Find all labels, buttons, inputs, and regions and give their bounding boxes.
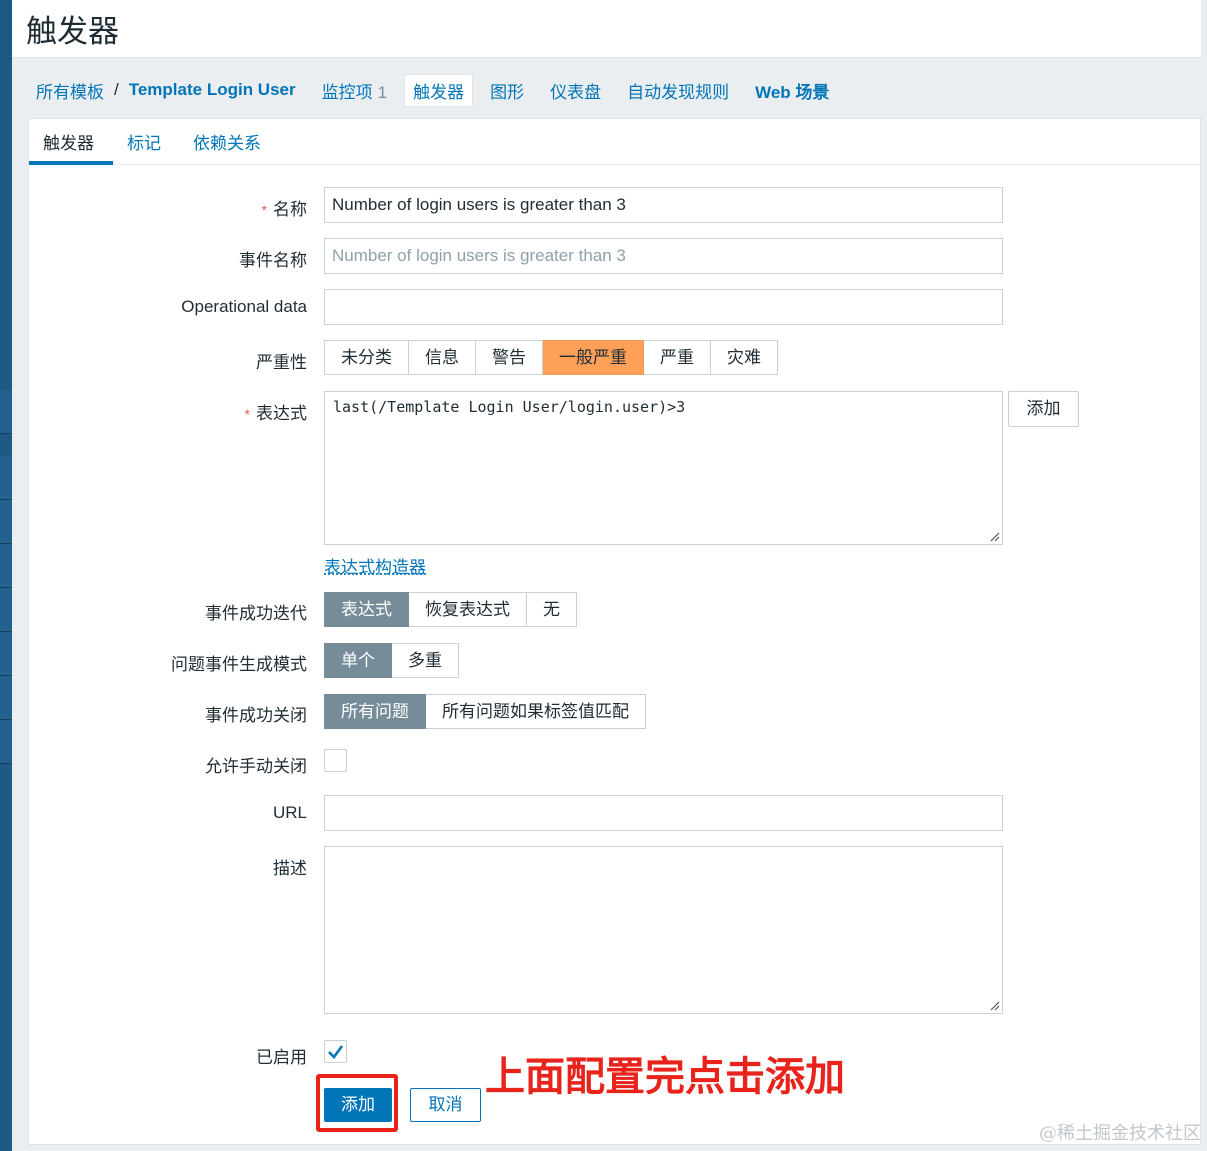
sidebar-segment[interactable] bbox=[0, 544, 12, 588]
nav-triggers-tab[interactable]: 触发器 bbox=[404, 73, 474, 107]
nav-graphs-link[interactable]: 图形 bbox=[490, 78, 524, 103]
active-tab-indicator bbox=[29, 161, 113, 165]
host-navigation: 所有模板 / Template Login User 监控项 1 触发器 图形 仪… bbox=[12, 62, 1201, 118]
event-name-label: 事件名称 bbox=[239, 251, 307, 270]
nav-items-count: 1 bbox=[377, 82, 388, 102]
ok-closes-label: 事件成功关闭 bbox=[205, 706, 307, 725]
enabled-checkbox[interactable] bbox=[324, 1040, 347, 1063]
problem-mode-label: 问题事件生成模式 bbox=[171, 655, 307, 674]
event-name-input[interactable]: Number of login users is greater than 3 bbox=[324, 238, 1003, 274]
annotation-text: 上面配置完点击添加 bbox=[485, 1054, 845, 1100]
checkmark-icon bbox=[328, 1045, 344, 1059]
description-text bbox=[325, 847, 1002, 859]
ok-gen-recovery-expression[interactable]: 恢复表达式 bbox=[409, 592, 527, 627]
severity-high[interactable]: 严重 bbox=[644, 340, 711, 375]
severity-warning[interactable]: 警告 bbox=[476, 340, 543, 375]
manual-close-label: 允许手动关闭 bbox=[205, 757, 307, 776]
tab-tags[interactable]: 标记 bbox=[127, 129, 161, 154]
trigger-form-card: 触发器 标记 依赖关系 * 名称 Number of login users is… bbox=[28, 118, 1201, 1145]
sidebar-segment[interactable] bbox=[0, 588, 12, 632]
expression-builder-link[interactable]: 表达式构造器 bbox=[324, 553, 426, 578]
ok-event-generation-selector: 表达式 恢复表达式 无 bbox=[324, 592, 577, 627]
page-title: 触发器 bbox=[26, 14, 119, 50]
sidebar-segment[interactable] bbox=[0, 456, 12, 500]
nav-discovery-link[interactable]: 自动发现规则 bbox=[627, 78, 729, 103]
page-header: 触发器 bbox=[12, 0, 1201, 58]
manual-close-checkbox[interactable] bbox=[324, 749, 347, 772]
operational-data-label: Operational data bbox=[181, 297, 307, 316]
tab-trigger[interactable]: 触发器 bbox=[43, 129, 94, 154]
name-input[interactable]: Number of login users is greater than 3 bbox=[324, 187, 1003, 223]
sidebar-segment[interactable] bbox=[0, 720, 12, 764]
description-textarea[interactable] bbox=[324, 846, 1003, 1014]
tab-dependencies[interactable]: 依赖关系 bbox=[193, 129, 261, 154]
required-marker: * bbox=[261, 202, 267, 218]
problem-mode-selector: 单个 多重 bbox=[324, 643, 459, 678]
expression-text: last(/Template Login User/login.user)>3 bbox=[333, 398, 686, 416]
annotation-highlight-box bbox=[316, 1074, 398, 1132]
left-sidebar-rail bbox=[0, 0, 12, 1151]
nav-items-link[interactable]: 监控项 1 bbox=[322, 78, 387, 103]
expression-textarea[interactable]: last(/Template Login User/login.user)>3 bbox=[324, 391, 1003, 545]
url-input[interactable] bbox=[324, 795, 1003, 831]
problem-mode-single[interactable]: 单个 bbox=[324, 643, 392, 678]
watermark: @稀土掘金技术社区 bbox=[1039, 1123, 1201, 1144]
expression-add-button[interactable]: 添加 bbox=[1008, 391, 1079, 427]
severity-disaster[interactable]: 灾难 bbox=[711, 340, 778, 375]
sidebar-segment[interactable] bbox=[0, 390, 12, 434]
nav-items-label: 监控项 bbox=[321, 82, 373, 102]
ok-event-generation-label: 事件成功迭代 bbox=[205, 604, 307, 623]
ok-closes-selector: 所有问题 所有问题如果标签值匹配 bbox=[324, 694, 646, 729]
ok-gen-expression[interactable]: 表达式 bbox=[324, 592, 409, 627]
severity-information[interactable]: 信息 bbox=[409, 340, 476, 375]
problem-mode-multiple[interactable]: 多重 bbox=[392, 643, 459, 678]
cancel-button[interactable]: 取消 bbox=[410, 1088, 481, 1122]
ok-gen-none[interactable]: 无 bbox=[527, 592, 577, 627]
form-subtabs: 触发器 标记 依赖关系 bbox=[29, 119, 1200, 165]
expression-label: * 表达式 bbox=[244, 404, 307, 423]
resize-grip-icon[interactable] bbox=[988, 530, 1000, 542]
breadcrumb-separator: / bbox=[114, 80, 119, 99]
sidebar-segment[interactable] bbox=[0, 676, 12, 720]
enabled-label: 已启用 bbox=[256, 1048, 307, 1067]
breadcrumb-all-templates[interactable]: 所有模板 bbox=[36, 78, 104, 103]
severity-not-classified[interactable]: 未分类 bbox=[324, 340, 409, 375]
sidebar-segment[interactable] bbox=[0, 632, 12, 676]
ok-closes-all-problems[interactable]: 所有问题 bbox=[324, 694, 426, 729]
severity-selector: 未分类 信息 警告 一般严重 严重 灾难 bbox=[324, 340, 778, 375]
nav-web-scenarios-link[interactable]: Web 场景 bbox=[755, 78, 829, 103]
description-label: 描述 bbox=[273, 859, 307, 878]
name-label: * 名称 bbox=[261, 200, 307, 219]
url-label: URL bbox=[272, 803, 307, 822]
severity-label: 严重性 bbox=[256, 353, 307, 372]
resize-grip-icon[interactable] bbox=[988, 999, 1000, 1011]
sidebar-segment[interactable] bbox=[0, 500, 12, 544]
breadcrumb-template[interactable]: Template Login User bbox=[129, 80, 296, 100]
ok-closes-tag-match[interactable]: 所有问题如果标签值匹配 bbox=[426, 694, 646, 729]
nav-dashboards-link[interactable]: 仪表盘 bbox=[550, 78, 601, 103]
operational-data-input[interactable] bbox=[324, 289, 1003, 325]
severity-average[interactable]: 一般严重 bbox=[543, 340, 644, 375]
required-marker: * bbox=[244, 406, 250, 422]
